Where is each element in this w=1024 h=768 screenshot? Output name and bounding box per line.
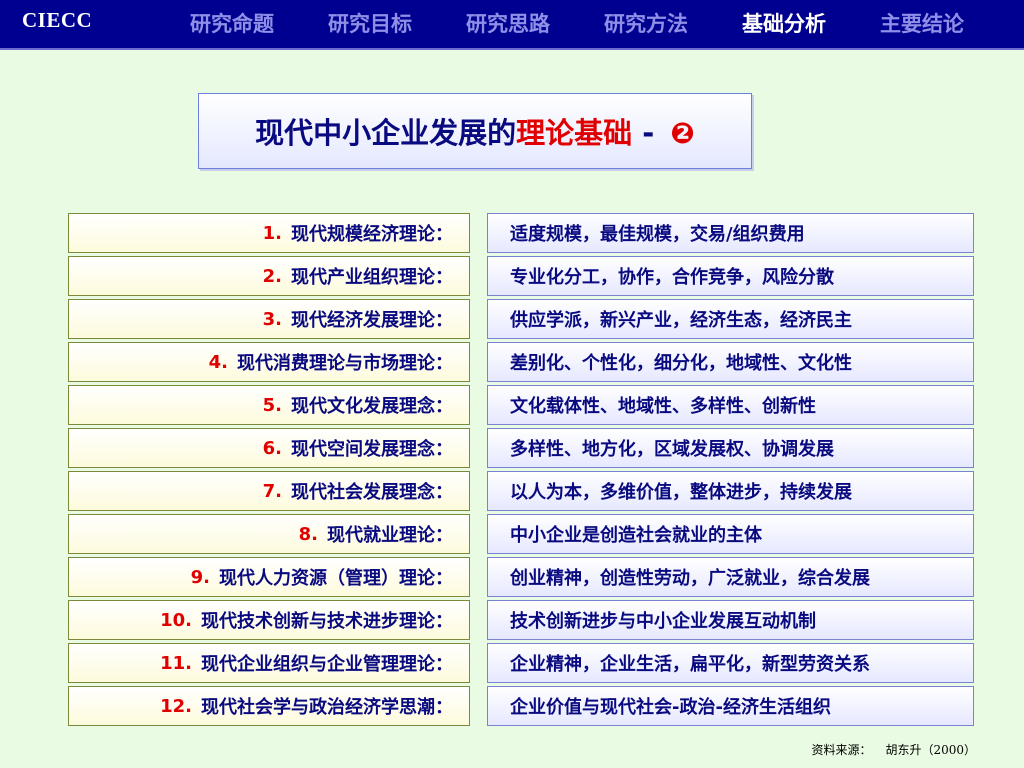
theory-description-row: 企业精神，企业生活，扁平化，新型劳资关系: [487, 643, 974, 683]
theory-number: 3.: [262, 308, 282, 330]
theory-description: 差别化、个性化，细分化，地域性、文化性: [510, 353, 852, 374]
theory-row: 3. 现代经济发展理论：: [68, 299, 470, 339]
theory-description: 专业化分工，协作，合作竞争，风险分散: [510, 267, 834, 288]
theory-row: 7. 现代社会发展理念：: [68, 471, 470, 511]
theory-description: 文化载体性、地域性、多样性、创新性: [510, 396, 816, 417]
nav-item-research-approach[interactable]: 研究思路: [466, 8, 550, 38]
theory-description: 技术创新进步与中小企业发展互动机制: [510, 611, 816, 632]
theory-description-row: 专业化分工，协作，合作竞争，风险分散: [487, 256, 974, 296]
theory-description-row: 企业价值与现代社会-政治-经济生活组织: [487, 686, 974, 726]
theory-label: 现代规模经济理论：: [291, 224, 453, 245]
theory-description-row: 中小企业是创造社会就业的主体: [487, 514, 974, 554]
theory-description-row: 文化载体性、地域性、多样性、创新性: [487, 385, 974, 425]
theory-description: 多样性、地方化，区域发展权、协调发展: [510, 439, 834, 460]
nav-item-main-conclusions[interactable]: 主要结论: [880, 8, 964, 38]
theory-description-row: 适度规模，最佳规模，交易/组织费用: [487, 213, 974, 253]
theory-label: 现代消费理论与市场理论：: [237, 353, 453, 374]
theory-number: 10.: [160, 609, 192, 631]
theory-label: 现代空间发展理念：: [291, 439, 453, 460]
theory-description-row: 技术创新进步与中小企业发展互动机制: [487, 600, 974, 640]
theory-label: 现代社会发展理念：: [291, 482, 453, 503]
theory-description: 供应学派，新兴产业，经济生态，经济民主: [510, 310, 852, 331]
brand-logo: CIECC: [22, 8, 93, 32]
title-prefix: 现代中小企业发展的: [255, 116, 517, 150]
theory-number: 5.: [262, 394, 282, 416]
theory-description-row: 差别化、个性化，细分化，地域性、文化性: [487, 342, 974, 382]
theory-label: 现代文化发展理念：: [291, 396, 453, 417]
theory-list: 1. 现代规模经济理论： 2. 现代产业组织理论： 3. 现代经济发展理论： 4. 现代消费理…: [68, 213, 470, 729]
theory-label: 现代技术创新与技术进步理论：: [201, 611, 453, 632]
slide-title: 现代中小企业发展的理论基础 - ❷: [255, 110, 695, 152]
theory-row: 9. 现代人力资源（管理）理论：: [68, 557, 470, 597]
theory-row: 2. 现代产业组织理论：: [68, 256, 470, 296]
nav-item-research-goals[interactable]: 研究目标: [328, 8, 412, 38]
source-note: 资料来源： 胡东升（2000）: [797, 741, 976, 758]
theory-description-row: 多样性、地方化，区域发展权、协调发展: [487, 428, 974, 468]
theory-description: 企业价值与现代社会-政治-经济生活组织: [510, 697, 831, 718]
title-highlight: 理论基础: [516, 116, 633, 150]
circled-two-icon: ❷: [670, 116, 695, 150]
theory-description: 以人为本，多维价值，整体进步，持续发展: [510, 482, 852, 503]
theory-description: 中小企业是创造社会就业的主体: [510, 525, 762, 546]
theory-number: 6.: [262, 437, 282, 459]
theory-number: 9.: [190, 566, 210, 588]
theory-description: 创业精神，创造性劳动，广泛就业，综合发展: [510, 568, 870, 589]
theory-label: 现代企业组织与企业管理理论：: [201, 654, 453, 675]
theory-number: 2.: [262, 265, 282, 287]
nav-item-basic-analysis[interactable]: 基础分析: [742, 8, 826, 38]
theory-row: 6. 现代空间发展理念：: [68, 428, 470, 468]
theory-label: 现代产业组织理论：: [291, 267, 453, 288]
theory-row: 12. 现代社会学与政治经济学思潮：: [68, 686, 470, 726]
theory-number: 11.: [160, 652, 192, 674]
theory-description-row: 供应学派，新兴产业，经济生态，经济民主: [487, 299, 974, 339]
theory-row: 11. 现代企业组织与企业管理理论：: [68, 643, 470, 683]
theory-label: 现代社会学与政治经济学思潮：: [201, 697, 453, 718]
theory-number: 12.: [160, 695, 192, 717]
top-nav-bar: CIECC 研究命题 研究目标 研究思路 研究方法 基础分析 主要结论: [0, 0, 1024, 50]
theory-row: 8. 现代就业理论：: [68, 514, 470, 554]
theory-description-list: 适度规模，最佳规模，交易/组织费用专业化分工，协作，合作竞争，风险分散 供应学派，…: [487, 213, 974, 729]
theory-number: 4.: [208, 351, 228, 373]
theory-row: 10. 现代技术创新与技术进步理论：: [68, 600, 470, 640]
theory-row: 1. 现代规模经济理论：: [68, 213, 470, 253]
nav-item-research-proposition[interactable]: 研究命题: [190, 8, 274, 38]
theory-number: 7.: [262, 480, 282, 502]
slide-title-box: 现代中小企业发展的理论基础 - ❷: [198, 93, 752, 169]
title-separator: -: [632, 116, 665, 150]
theory-label: 现代人力资源（管理）理论：: [219, 568, 453, 589]
theory-number: 1.: [262, 222, 282, 244]
theory-description-row: 创业精神，创造性劳动，广泛就业，综合发展: [487, 557, 974, 597]
source-label: 资料来源：: [811, 743, 872, 757]
theory-row: 4. 现代消费理论与市场理论：: [68, 342, 470, 382]
theory-description-row: 以人为本，多维价值，整体进步，持续发展: [487, 471, 974, 511]
source-value: 胡东升（2000）: [885, 743, 976, 757]
theory-number: 8.: [298, 523, 318, 545]
theory-label: 现代就业理论：: [327, 525, 453, 546]
theory-row: 5. 现代文化发展理念：: [68, 385, 470, 425]
theory-label: 现代经济发展理论：: [291, 310, 453, 331]
nav-item-research-methods[interactable]: 研究方法: [604, 8, 688, 38]
theory-description: 企业精神，企业生活，扁平化，新型劳资关系: [510, 654, 870, 675]
theory-description: 适度规模，最佳规模，交易/组织费用: [510, 224, 805, 245]
